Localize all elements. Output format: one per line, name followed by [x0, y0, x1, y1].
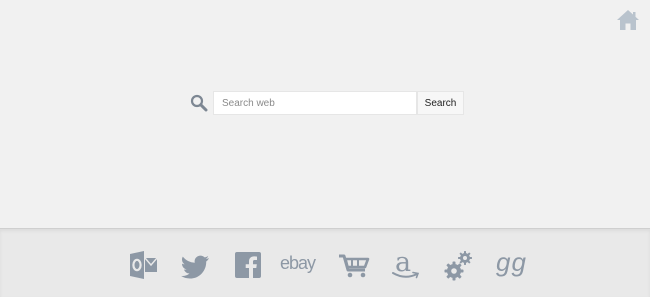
- ebay-label: ebay: [280, 253, 316, 273]
- home-icon[interactable]: [616, 9, 640, 31]
- facebook-icon[interactable]: [234, 249, 262, 281]
- ebay-icon[interactable]: ebay: [280, 249, 322, 281]
- gg-label: gg: [496, 247, 527, 277]
- search-icon: [190, 94, 208, 112]
- amazon-icon[interactable]: a: [391, 247, 421, 281]
- new-tab-page: Search ebay: [0, 0, 650, 297]
- gg-icon[interactable]: gg: [496, 247, 528, 281]
- shopping-cart-icon[interactable]: [338, 249, 370, 281]
- search-bar: Search: [190, 91, 470, 115]
- search-button[interactable]: Search: [417, 91, 464, 115]
- gears-icon[interactable]: [444, 249, 474, 281]
- twitter-icon[interactable]: [181, 249, 211, 281]
- shortcut-dock: ebay a gg: [0, 228, 650, 297]
- amazon-smile-icon: [392, 271, 420, 279]
- search-input[interactable]: [213, 91, 417, 115]
- outlook-icon[interactable]: [128, 249, 158, 281]
